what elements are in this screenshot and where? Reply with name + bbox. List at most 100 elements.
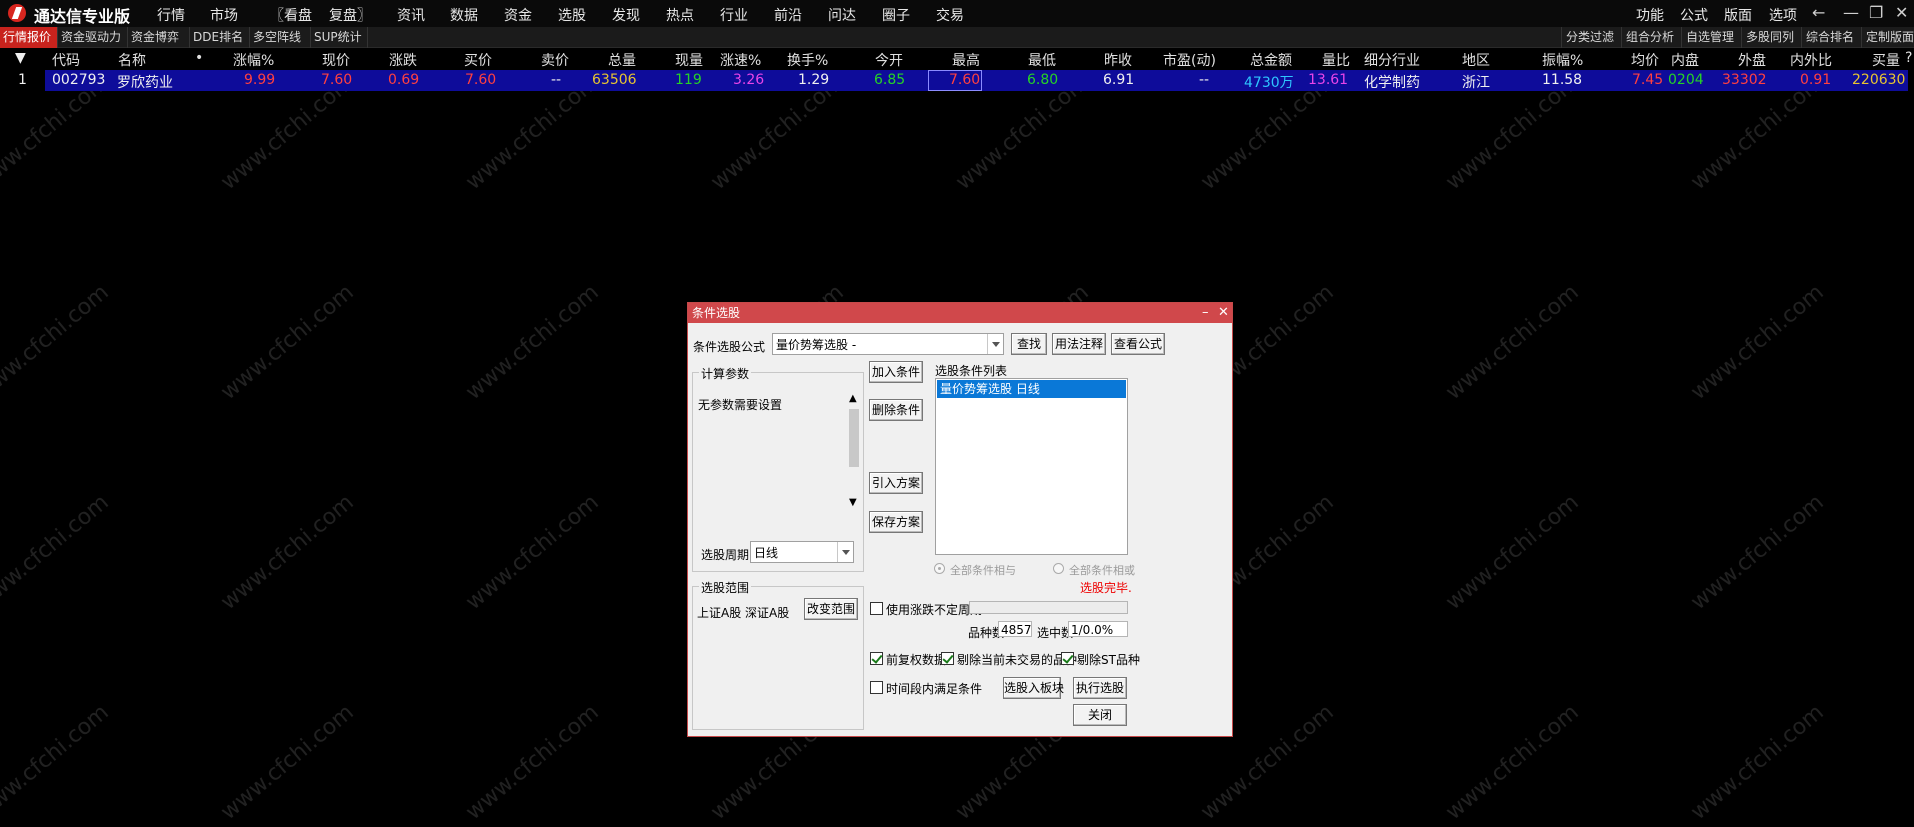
menu-redian[interactable]: 热点 [666,5,694,25]
chevron-down-icon[interactable] [837,542,853,562]
dialog-title-bar[interactable]: 条件选股 – ✕ [688,303,1232,323]
menu-zijin[interactable]: 资金 [504,5,532,25]
col-buy-vol[interactable]: 买量 [1872,50,1900,70]
params-scrollbar[interactable]: ▲ ▼ [847,393,861,513]
col-dot[interactable]: • [195,50,203,66]
tab-watchlist-manage[interactable]: 自选管理 [1681,27,1734,48]
col-low[interactable]: 最低 [1028,50,1056,70]
col-industry[interactable]: 细分行业 [1364,50,1420,70]
tab-long-short[interactable]: 多空阵线 [250,27,311,48]
menu-quanzi[interactable]: 圈子 [882,5,910,25]
tab-multi-stock[interactable]: 多股同列 [1741,27,1794,48]
menu-hangye[interactable]: 行业 [720,5,748,25]
col-price[interactable]: 现价 [322,50,350,70]
menu-shuju[interactable]: 数据 [450,5,478,25]
cell-vol-ratio: 13.61 [1308,72,1349,88]
tab-dde-rank[interactable]: DDE排名 [190,27,250,48]
close-icon[interactable]: ✕ [1895,3,1908,22]
col-volume[interactable]: 总量 [608,50,636,70]
sort-arrow-icon[interactable]: ▼ [15,50,26,66]
to-block-button[interactable]: 选股入板块 [1003,677,1064,699]
col-prev-close[interactable]: 昨收 [1104,50,1132,70]
col-pe[interactable]: 市盈(动) [1163,50,1216,70]
menu-qianyan[interactable]: 前沿 [774,5,802,25]
menu-gongshi[interactable]: 公式 [1680,5,1708,25]
menu-shichang[interactable]: 市场 [210,5,238,25]
scroll-down-icon[interactable]: ▼ [849,497,857,508]
watermark-text: www.cfchi.com [1686,489,1829,616]
col-name[interactable]: 名称 [118,50,146,70]
chevron-down-icon[interactable] [987,334,1003,354]
minimize-icon[interactable]: — [1843,3,1859,22]
watermark-text: www.cfchi.com [1441,489,1584,616]
menu-faxian[interactable]: 发现 [612,5,640,25]
menu-banmian[interactable]: 版面 [1724,5,1752,25]
irregular-period-checkbox[interactable] [870,602,883,615]
formula-combo[interactable]: 量价势筹选股 - [772,333,1004,355]
remove-untraded-checkbox[interactable] [941,652,954,665]
menu-hangqing[interactable]: 行情 [157,5,185,25]
menu-xuanxiang[interactable]: 选项 [1769,5,1797,25]
table-row[interactable]: 1 002793 罗欣药业 9.99 7.60 0.69 7.60 -- 635… [0,70,1914,92]
col-speed[interactable]: 涨速% [720,50,761,70]
execute-button[interactable]: 执行选股 [1073,677,1127,699]
remove-st-checkbox[interactable] [1061,652,1074,665]
menu-kanpan[interactable]: 〖看盘 [270,5,312,25]
col-bid[interactable]: 买价 [464,50,492,70]
period-within-checkbox[interactable] [870,681,883,694]
radio-all-and[interactable] [934,563,945,574]
col-turnover[interactable]: 换手% [787,50,828,70]
save-plan-button[interactable]: 保存方案 [869,511,923,533]
menu-xuangu[interactable]: 选股 [558,5,586,25]
col-more[interactable]: ? [1905,50,1912,66]
radio-all-or[interactable] [1053,563,1064,574]
delete-condition-button[interactable]: 删除条件 [869,399,923,421]
col-ask[interactable]: 卖价 [541,50,569,70]
dialog-close-icon[interactable]: ✕ [1218,303,1229,323]
col-cur-vol[interactable]: 现量 [675,50,703,70]
tab-quotes[interactable]: 行情报价 [0,27,58,48]
usage-button[interactable]: 用法注释 [1052,333,1106,355]
change-range-button[interactable]: 改变范围 [804,598,858,620]
tab-category-filter[interactable]: 分类过滤 [1561,27,1614,48]
tab-combo-analysis[interactable]: 组合分析 [1621,27,1674,48]
col-outer[interactable]: 外盘 [1738,50,1766,70]
col-io-ratio[interactable]: 内外比 [1790,50,1832,70]
view-formula-button[interactable]: 查看公式 [1111,333,1165,355]
add-condition-button[interactable]: 加入条件 [869,361,923,383]
col-code[interactable]: 代码 [52,50,80,70]
close-button[interactable]: 关闭 [1073,704,1127,726]
back-arrow-icon[interactable]: ← [1812,3,1825,22]
col-vol-ratio[interactable]: 量比 [1322,50,1350,70]
import-plan-button[interactable]: 引入方案 [869,472,923,494]
col-change[interactable]: 涨跌 [389,50,417,70]
period-select[interactable]: 日线 [750,541,854,563]
col-amplitude[interactable]: 振幅% [1542,50,1583,70]
col-region[interactable]: 地区 [1462,50,1490,70]
scroll-up-icon[interactable]: ▲ [849,393,857,404]
menu-fupan[interactable]: 复盘〗 [329,5,371,25]
condition-list[interactable]: 量价势筹选股 日线 [935,378,1128,555]
dialog-minimize-icon[interactable]: – [1202,303,1209,323]
tab-fund-game[interactable]: 资金博弈 [128,27,190,48]
col-high[interactable]: 最高 [952,50,980,70]
menu-jiaoyi[interactable]: 交易 [936,5,964,25]
col-change-pct[interactable]: 涨幅% [233,50,274,70]
col-avg-price[interactable]: 均价 [1631,50,1659,70]
col-open[interactable]: 今开 [875,50,903,70]
col-amount[interactable]: 总金额 [1250,50,1292,70]
pre-adjust-checkbox[interactable] [870,652,883,665]
menu-gongneng[interactable]: 功能 [1636,5,1664,25]
scroll-thumb[interactable] [849,409,859,467]
tab-custom-layout[interactable]: 定制版面 [1861,27,1914,48]
tab-fund-drive[interactable]: 资金驱动力 [58,27,128,48]
menu-wenda[interactable]: 问达 [828,5,856,25]
formula-value: 量价势筹选股 - [776,338,857,352]
col-inner[interactable]: 内盘 [1671,50,1699,70]
tab-overall-rank[interactable]: 综合排名 [1801,27,1854,48]
tab-sup-stats[interactable]: SUP统计 [311,27,368,48]
find-button[interactable]: 查找 [1011,333,1047,355]
condition-item[interactable]: 量价势筹选股 日线 [937,380,1126,398]
restore-icon[interactable]: ❐ [1869,3,1883,22]
menu-zixun[interactable]: 资讯 [397,5,425,25]
